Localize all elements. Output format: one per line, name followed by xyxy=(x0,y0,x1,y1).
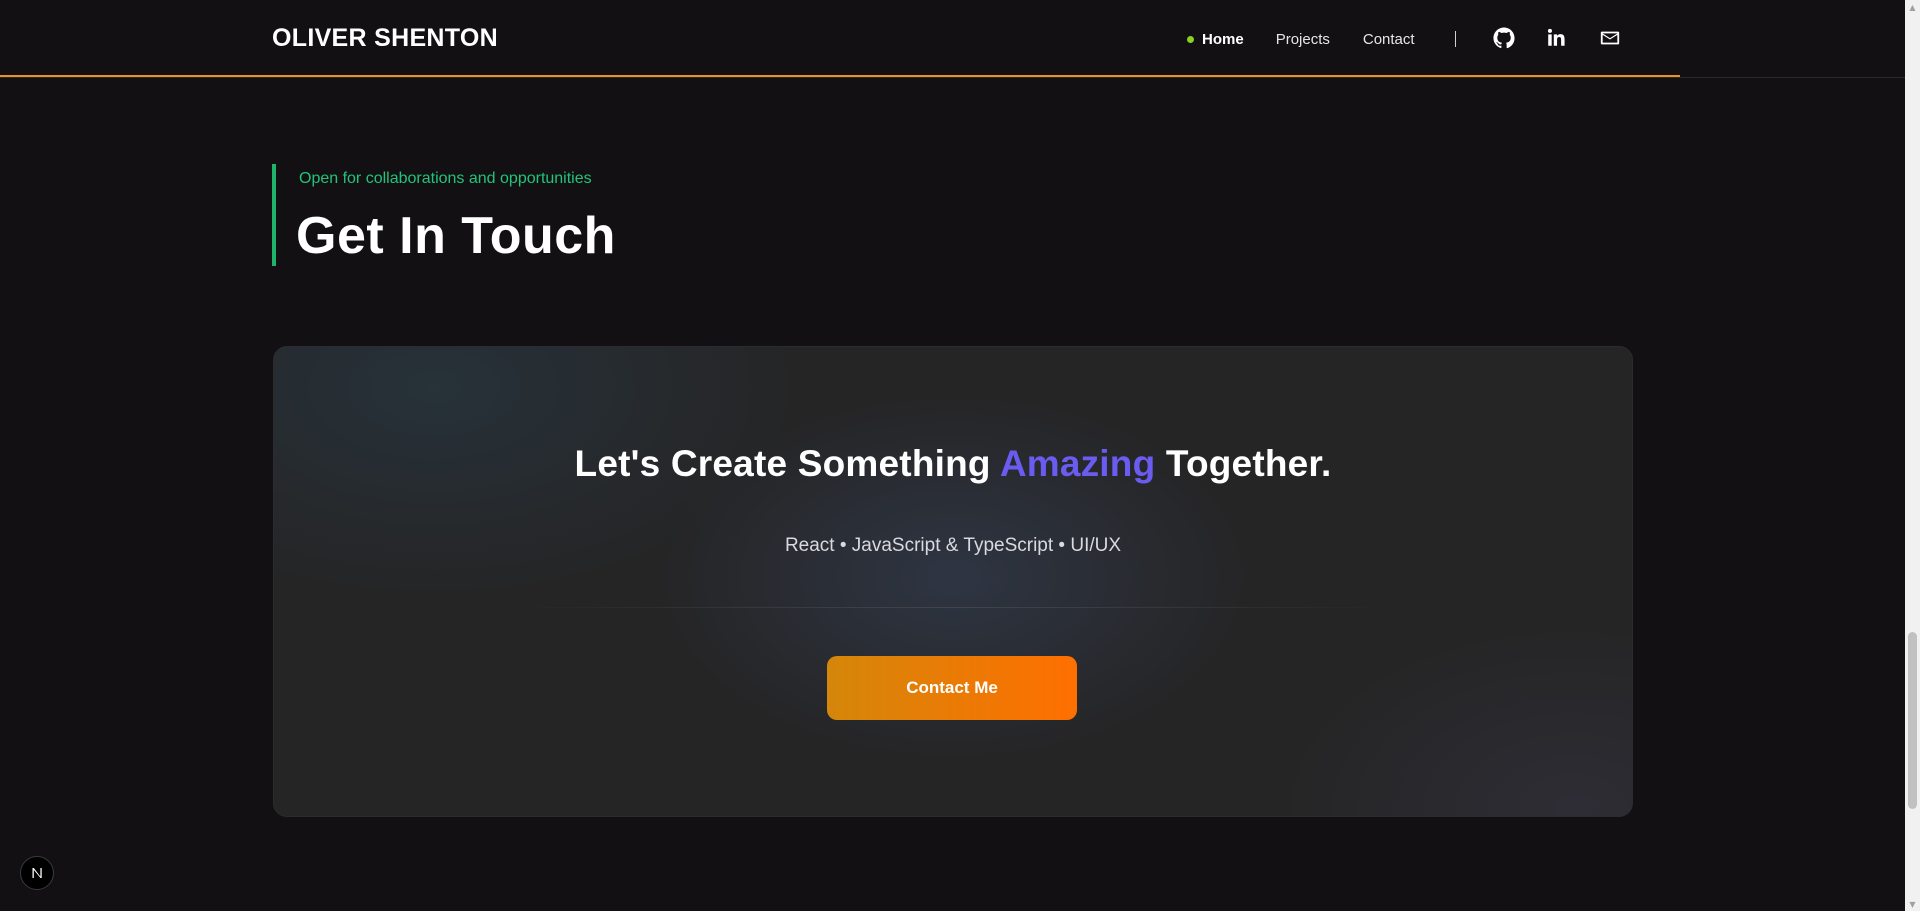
skills-line: React • JavaScript & TypeScript • UI/UX xyxy=(784,535,1122,556)
nextjs-dev-badge[interactable] xyxy=(20,856,54,890)
page-scrollbar[interactable]: ▲ ▼ xyxy=(1905,0,1920,911)
active-indicator-dot xyxy=(1187,35,1194,43)
section-title: Get In Touch xyxy=(296,207,616,265)
nav-contact[interactable]: Contact xyxy=(1363,31,1415,48)
linkedin-icon[interactable] xyxy=(1545,27,1567,49)
section-kicker: Open for collaborations and opportunitie… xyxy=(299,170,592,187)
site-header: OLIVER SHENTON Home Projects Contact xyxy=(0,0,1905,78)
headline-text-end: Together. xyxy=(1155,443,1332,484)
nav-home-label: Home xyxy=(1202,30,1244,48)
scrollbar-thumb[interactable] xyxy=(1908,632,1917,809)
header-accent-line xyxy=(0,75,1680,77)
scroll-up-icon[interactable]: ▲ xyxy=(1905,0,1920,14)
card-divider xyxy=(514,607,1394,608)
nextjs-n-icon xyxy=(32,868,42,878)
nav-projects[interactable]: Projects xyxy=(1276,31,1330,48)
headline-accent-word: Amazing xyxy=(999,443,1156,484)
nav-home[interactable]: Home xyxy=(1187,31,1244,48)
headline-text-start: Let's Create Something xyxy=(574,443,1000,484)
mail-icon[interactable] xyxy=(1599,27,1621,49)
main-nav: Home Projects Contact xyxy=(1187,29,1456,49)
contact-me-button[interactable]: Contact Me xyxy=(827,656,1077,720)
scroll-down-icon[interactable]: ▼ xyxy=(1905,897,1920,911)
nav-divider xyxy=(1454,31,1456,47)
brand-logo-text[interactable]: OLIVER SHENTON xyxy=(272,24,498,53)
github-icon[interactable] xyxy=(1493,27,1515,49)
card-headline: Let's Create Something Amazing Together. xyxy=(274,443,1632,485)
contact-card: Let's Create Something Amazing Together.… xyxy=(273,346,1633,817)
section-heading: Open for collaborations and opportunitie… xyxy=(272,164,615,266)
